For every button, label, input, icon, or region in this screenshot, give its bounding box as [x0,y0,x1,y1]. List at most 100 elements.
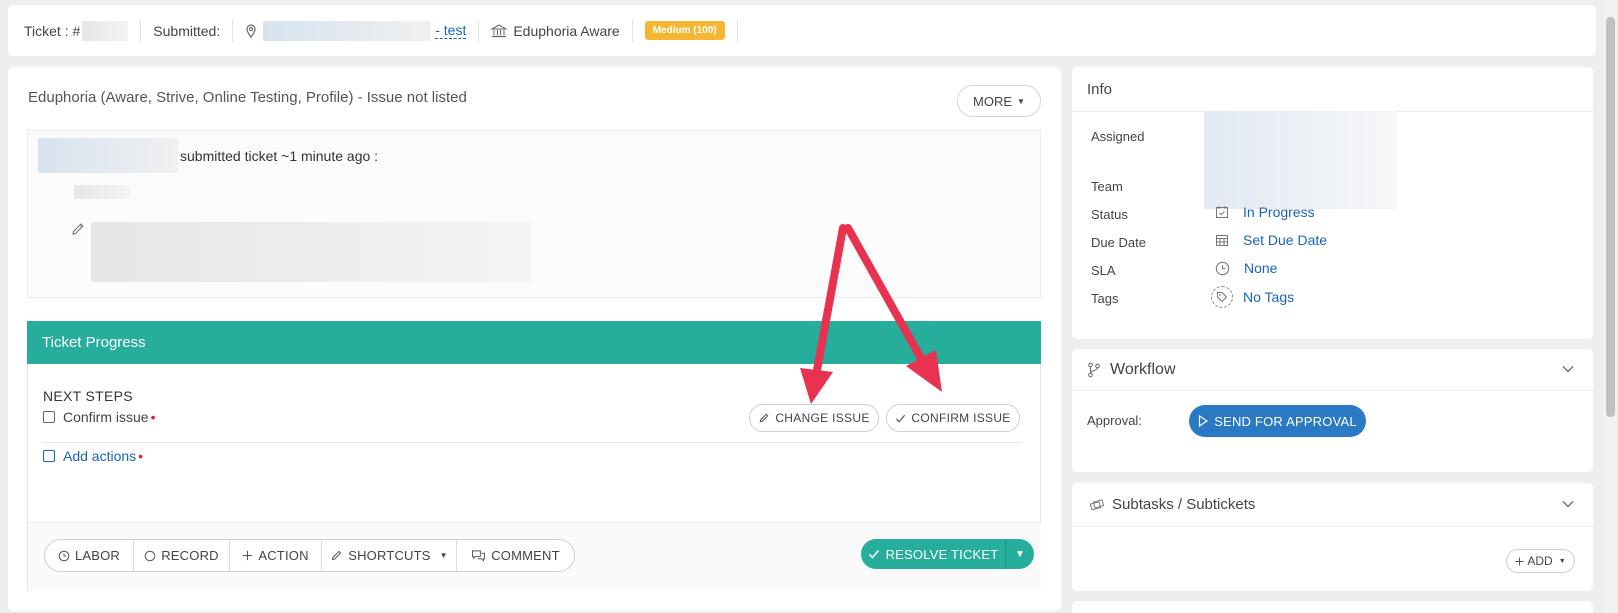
resolve-ticket-label: RESOLVE TICKET [885,546,999,562]
change-issue-label: CHANGE ISSUE [775,411,870,425]
add-actions-checkbox[interactable] [43,450,55,462]
submitted-info: Submitted: [153,23,220,39]
required-marker: • [150,409,156,425]
submitter-avatar-redacted [38,138,178,173]
action-label: ACTION [258,548,309,563]
resolve-dropdown-toggle[interactable]: ▼ [1005,539,1034,569]
record-label: RECORD [161,548,219,563]
labor-button[interactable]: LABOR [45,540,134,571]
divider [478,19,480,42]
due-date-label: Due Date [1091,235,1146,250]
caret-down-icon: ▼ [1017,96,1025,106]
comment-button[interactable]: COMMENT [457,540,574,571]
next-steps-heading: NEXT STEPS [43,388,133,404]
chevron-down-icon[interactable] [1561,362,1575,381]
plus-icon [1515,556,1524,566]
description-redacted [74,185,130,199]
workflow-panel: Workflow Approval: SEND FOR APPROVAL [1072,349,1593,472]
action-button-group: LABOR RECORD ACTION SHORTCUTS ▼ COMMENT [44,539,575,572]
assignee-redacted[interactable] [1204,111,1397,209]
add-label: ADD [1527,554,1553,568]
ticket-action-bar: LABOR RECORD ACTION SHORTCUTS ▼ COMMENT … [28,522,1041,591]
shortcuts-button[interactable]: SHORTCUTS ▼ [322,540,457,571]
subtasks-header[interactable]: Subtasks / Subtickets [1072,483,1593,527]
subtasks-panel: Subtasks / Subtickets ADD ▼ [1072,483,1593,591]
building-icon [491,23,508,38]
calendar-icon [1215,233,1229,247]
ticket-title: Eduphoria (Aware, Strive, Online Testing… [28,89,467,106]
tags-value[interactable]: No Tags [1211,286,1294,308]
priority-badge: Medium (100) [644,21,725,40]
set-due-date-link[interactable]: Set Due Date [1243,232,1327,248]
page-scrollbar[interactable] [1603,0,1618,613]
step-label: Confirm issue [63,409,149,425]
pencil-icon[interactable] [70,221,86,237]
location[interactable]: - test [245,20,467,41]
caret-down-icon: ▼ [1015,548,1025,560]
more-label: MORE [973,93,1013,109]
location-name-redacted [263,20,432,41]
ticket-label: Ticket : # [24,22,81,39]
status-link[interactable]: In Progress [1243,204,1315,220]
subtasks-title: Subtasks / Subtickets [1112,496,1256,513]
check-icon [895,413,906,424]
change-issue-button[interactable]: CHANGE ISSUE [749,404,879,432]
branch-icon [1087,362,1101,378]
resolve-ticket-button[interactable]: RESOLVE TICKET [861,539,1005,569]
due-date-value[interactable]: Set Due Date [1215,232,1327,248]
detail-redacted [91,222,531,282]
divider [232,19,234,42]
sla-value[interactable]: None [1215,260,1277,276]
organization-name: Eduphoria Aware [513,22,620,39]
approval-label: Approval: [1087,413,1142,428]
tags-label: Tags [1091,291,1119,306]
send-for-approval-label: SEND FOR APPROVAL [1214,413,1357,429]
divider [140,19,142,42]
send-icon [1198,415,1209,427]
check-icon [868,548,880,560]
workflow-title: Workflow [1110,360,1176,378]
divider [736,19,738,42]
clock-icon [58,550,70,562]
sla-link[interactable]: None [1244,260,1277,276]
submitted-text: submitted ticket ~1 minute ago : [180,147,379,164]
add-actions-link[interactable]: Add actions [63,448,136,464]
scrollbar-thumb[interactable] [1606,17,1615,417]
status-label: Status [1091,207,1128,222]
submitted-label: Submitted: [153,22,221,39]
submission-box: submitted ticket ~1 minute ago : [27,130,1041,298]
confirm-issue-label: CONFIRM ISSUE [911,411,1011,425]
resolve-ticket-split-button: RESOLVE TICKET ▼ [861,539,1034,569]
calendar-check-icon [1215,205,1229,219]
submission-line: submitted ticket ~1 minute ago : [38,138,378,173]
pencil-icon [330,549,343,562]
info-header: Info [1072,67,1593,112]
ticket-header-bar: Ticket : # Submitted: - test Eduphoria A… [8,5,1596,56]
pencil-icon [758,412,770,424]
send-for-approval-button[interactable]: SEND FOR APPROVAL [1189,405,1366,437]
step-add-actions[interactable]: Add actions • [43,448,143,464]
add-subtask-button[interactable]: ADD ▼ [1506,549,1575,573]
confirm-issue-button[interactable]: CONFIRM ISSUE [886,404,1020,432]
circle-icon [144,550,156,562]
location-link[interactable]: - test [435,22,467,39]
action-button[interactable]: ACTION [230,540,322,571]
comment-icon [471,549,486,562]
info-panel: Info Assigned Team Status In Progress Du… [1072,67,1593,339]
chevron-down-icon[interactable] [1561,497,1575,515]
confirm-issue-checkbox[interactable] [43,411,55,423]
record-button[interactable]: RECORD [134,540,230,571]
step-confirm-issue[interactable]: Confirm issue • [43,409,156,425]
shortcuts-label: SHORTCUTS [348,548,431,563]
ticket-number: Ticket : # [24,20,129,41]
tags-link[interactable]: No Tags [1243,289,1294,305]
clock-icon [1215,261,1230,276]
status-value[interactable]: In Progress [1215,204,1315,220]
comment-label: COMMENT [491,548,560,563]
labor-label: LABOR [74,548,121,563]
more-button[interactable]: MORE ▼ [957,85,1041,117]
ticket-main-panel: Eduphoria (Aware, Strive, Online Testing… [8,67,1061,611]
caret-down-icon: ▼ [1558,557,1566,565]
workflow-header[interactable]: Workflow [1072,349,1593,391]
ticket-progress-body: NEXT STEPS Confirm issue • CHANGE ISSUE … [27,364,1041,591]
